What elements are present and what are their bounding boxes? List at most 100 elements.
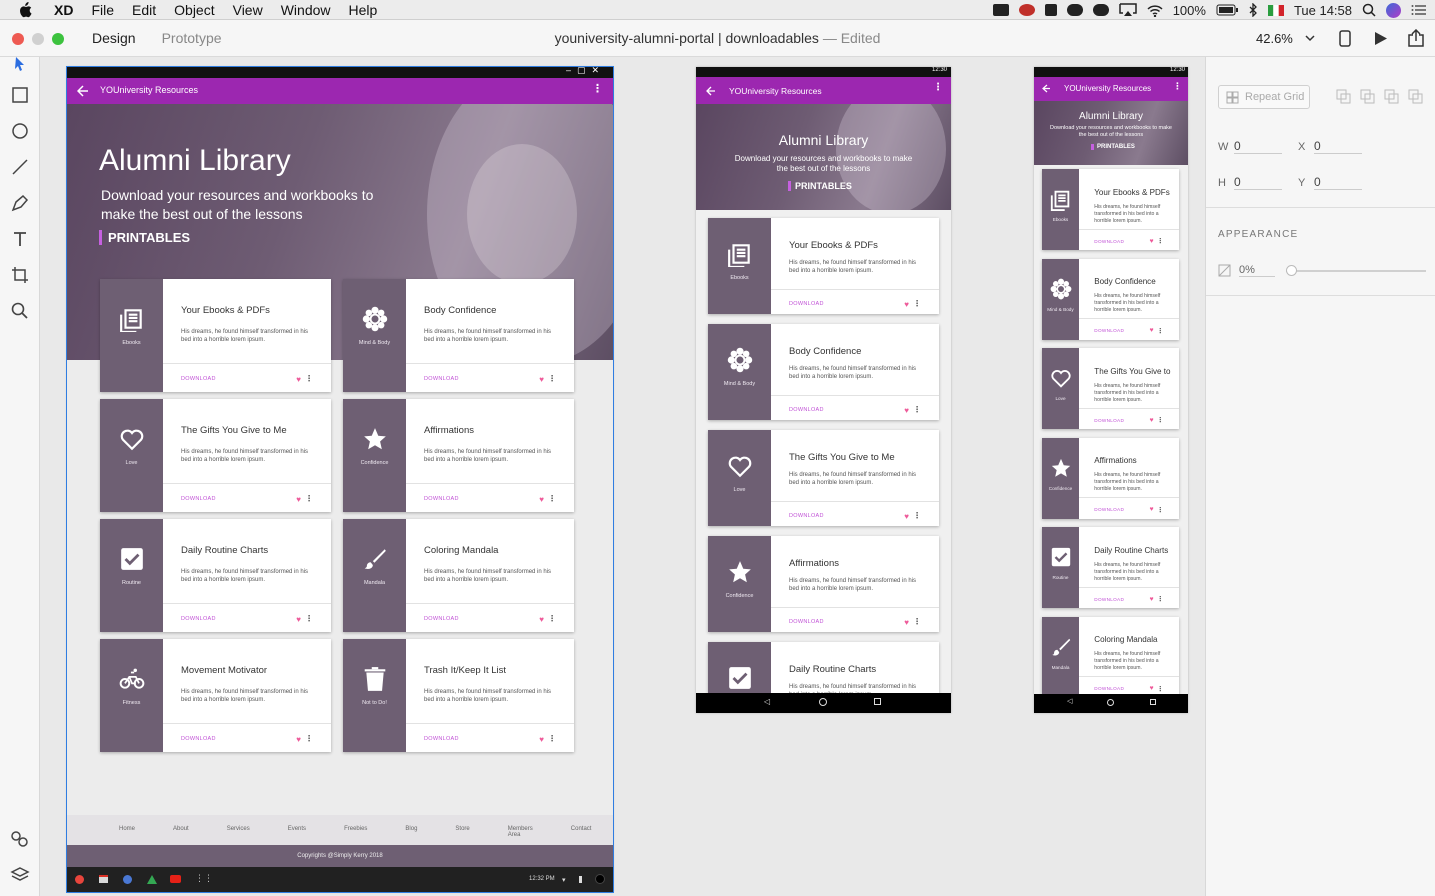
artboard-desktop[interactable]: –▢✕ YOUniversity Resources ⋮ Alumni Libr… <box>66 66 614 893</box>
download-button[interactable]: DOWNLOAD <box>181 496 216 502</box>
favorite-heart-icon[interactable]: ♥ <box>904 512 909 521</box>
small-card-4[interactable]: Confidence Affirmations His dreams, he f… <box>1042 437 1179 519</box>
download-button[interactable]: DOWNLOAD <box>424 616 459 622</box>
desktop-card-4[interactable]: Confidence Affirmations His dreams, he f… <box>343 399 574 512</box>
download-button[interactable]: DOWNLOAD <box>424 376 459 382</box>
download-button[interactable]: DOWNLOAD <box>181 736 216 742</box>
small-card-2[interactable]: Mind & Body Body Confidence His dreams, … <box>1042 258 1179 340</box>
download-button[interactable]: DOWNLOAD <box>181 376 216 382</box>
x-input[interactable]: 0 <box>1314 139 1362 154</box>
tab-design[interactable]: Design <box>92 30 136 46</box>
docs-icon[interactable] <box>123 875 132 884</box>
footer-link-contact[interactable]: Contact <box>571 826 592 838</box>
favorite-heart-icon[interactable]: ♥ <box>904 300 909 309</box>
menu-window[interactable]: Window <box>281 2 331 18</box>
favorite-heart-icon[interactable]: ♥ <box>1149 596 1153 603</box>
card-more-menu-icon[interactable]: ⋮ <box>305 614 313 623</box>
siri-icon[interactable] <box>1386 2 1401 18</box>
assets-icon[interactable] <box>10 829 30 849</box>
card-more-menu-icon[interactable]: ⋮ <box>1157 595 1164 603</box>
favorite-heart-icon[interactable]: ♥ <box>1149 327 1153 334</box>
menubar-clock[interactable]: Tue 14:58 <box>1294 3 1352 18</box>
footer-link-blog[interactable]: Blog <box>405 826 417 838</box>
wifi-icon[interactable] <box>1147 4 1163 17</box>
zoom-level[interactable]: 42.6% <box>1256 31 1293 46</box>
download-button[interactable]: DOWNLOAD <box>424 496 459 502</box>
airplay-icon[interactable] <box>1118 3 1137 17</box>
device-preview-icon[interactable] <box>1339 30 1351 47</box>
text-tool-icon[interactable] <box>10 229 30 249</box>
android-printables-chip[interactable]: PRINTABLES <box>788 181 852 191</box>
download-button[interactable]: DOWNLOAD <box>789 619 824 625</box>
desktop-card-1[interactable]: Ebooks Your Ebooks & PDFs His dreams, he… <box>100 279 331 392</box>
pen-tool-icon[interactable] <box>10 193 30 213</box>
desktop-card-6[interactable]: Mandala Coloring Mandala His dreams, he … <box>343 519 574 632</box>
footer-link-members-area[interactable]: Members Area <box>508 826 533 838</box>
card-more-menu-icon[interactable]: ⋮ <box>305 374 313 383</box>
nav-home-icon[interactable] <box>819 698 827 706</box>
card-more-menu-icon[interactable]: ⋮ <box>548 734 556 743</box>
battery-status-icon[interactable] <box>579 876 582 883</box>
favorite-heart-icon[interactable]: ♥ <box>1149 685 1153 692</box>
menu-view[interactable]: View <box>233 2 263 18</box>
android-card-1[interactable]: Ebooks Your Ebooks & PDFs His dreams, he… <box>708 218 939 314</box>
favorite-heart-icon[interactable]: ♥ <box>539 375 544 384</box>
opacity-slider-handle[interactable] <box>1286 265 1297 276</box>
back-arrow-icon[interactable] <box>77 85 89 97</box>
download-button[interactable]: DOWNLOAD <box>1094 597 1124 602</box>
menu-edit[interactable]: Edit <box>132 2 156 18</box>
small-card-6[interactable]: Mandala Coloring Mandala His dreams, he … <box>1042 616 1179 698</box>
share-icon[interactable] <box>1408 29 1424 47</box>
footer-link-services[interactable]: Services <box>227 826 250 838</box>
gmail-icon[interactable] <box>99 875 108 883</box>
small-card-1[interactable]: Ebooks Your Ebooks & PDFs His dreams, he… <box>1042 169 1179 250</box>
card-more-menu-icon[interactable]: ⋮ <box>1157 685 1164 693</box>
download-button[interactable]: DOWNLOAD <box>1094 418 1124 423</box>
card-more-menu-icon[interactable]: ⋮ <box>548 614 556 623</box>
footer-link-events[interactable]: Events <box>288 826 306 838</box>
nav-back-icon[interactable]: ◁ <box>1067 697 1072 705</box>
favorite-heart-icon[interactable]: ♥ <box>539 735 544 744</box>
favorite-heart-icon[interactable]: ♥ <box>904 406 909 415</box>
y-input[interactable]: 0 <box>1314 175 1362 190</box>
artboard-android-small[interactable]: 12:30 YOUniversity Resources ⋮ Alumni Li… <box>1034 67 1188 713</box>
small-card-3[interactable]: Love The Gifts You Give to His dreams, h… <box>1042 348 1179 429</box>
desktop-card-2[interactable]: Mind & Body Body Confidence His dreams, … <box>343 279 574 392</box>
small-card-5[interactable]: Routine Daily Routine Charts His dreams,… <box>1042 527 1179 608</box>
download-button[interactable]: DOWNLOAD <box>789 301 824 307</box>
overflow-menu-icon[interactable]: ⋮ <box>592 82 603 95</box>
download-button[interactable]: DOWNLOAD <box>424 736 459 742</box>
card-more-menu-icon[interactable]: ⋮ <box>913 617 921 626</box>
download-button[interactable]: DOWNLOAD <box>1094 507 1124 512</box>
favorite-heart-icon[interactable]: ♥ <box>296 495 301 504</box>
tab-prototype[interactable]: Prototype <box>162 30 222 46</box>
nav-recents-icon[interactable] <box>1150 699 1156 705</box>
favorite-heart-icon[interactable]: ♥ <box>1149 417 1153 424</box>
android-card-4[interactable]: Confidence Affirmations His dreams, he f… <box>708 536 939 632</box>
footer-link-store[interactable]: Store <box>455 826 469 838</box>
drive-icon[interactable] <box>147 875 157 884</box>
card-more-menu-icon[interactable]: ⋮ <box>548 374 556 383</box>
artboard-android[interactable]: 12:30 YOUniversity Resources ⋮ Alumni Li… <box>696 67 951 713</box>
favorite-heart-icon[interactable]: ♥ <box>904 618 909 627</box>
rectangle-tool-icon[interactable] <box>10 85 30 105</box>
creative-cloud-icon[interactable] <box>1018 4 1035 16</box>
download-button[interactable]: DOWNLOAD <box>789 513 824 519</box>
apple-icon[interactable] <box>16 1 34 18</box>
favorite-heart-icon[interactable]: ♥ <box>1149 238 1153 245</box>
download-button[interactable]: DOWNLOAD <box>1094 686 1124 691</box>
notification-center-icon[interactable] <box>1411 4 1427 16</box>
desktop-card-3[interactable]: Love The Gifts You Give to Me His dreams… <box>100 399 331 512</box>
menu-file[interactable]: File <box>91 2 114 18</box>
desktop-card-8[interactable]: Not to Do! Trash It/Keep It List His dre… <box>343 639 574 752</box>
menu-app-name[interactable]: XD <box>54 2 73 18</box>
window-controls[interactable]: –▢✕ <box>566 67 605 76</box>
flag-italy-icon[interactable] <box>1267 4 1284 16</box>
wifi-status-icon[interactable]: ▾ <box>562 876 566 884</box>
dropbox-icon[interactable] <box>1092 4 1109 16</box>
nav-home-icon[interactable] <box>1107 699 1114 706</box>
line-tool-icon[interactable] <box>10 157 30 177</box>
nav-back-icon[interactable]: ◁ <box>764 697 770 706</box>
android-card-3[interactable]: Love The Gifts You Give to Me His dreams… <box>708 430 939 526</box>
overflow-menu-icon[interactable]: ⋮ <box>933 82 943 93</box>
